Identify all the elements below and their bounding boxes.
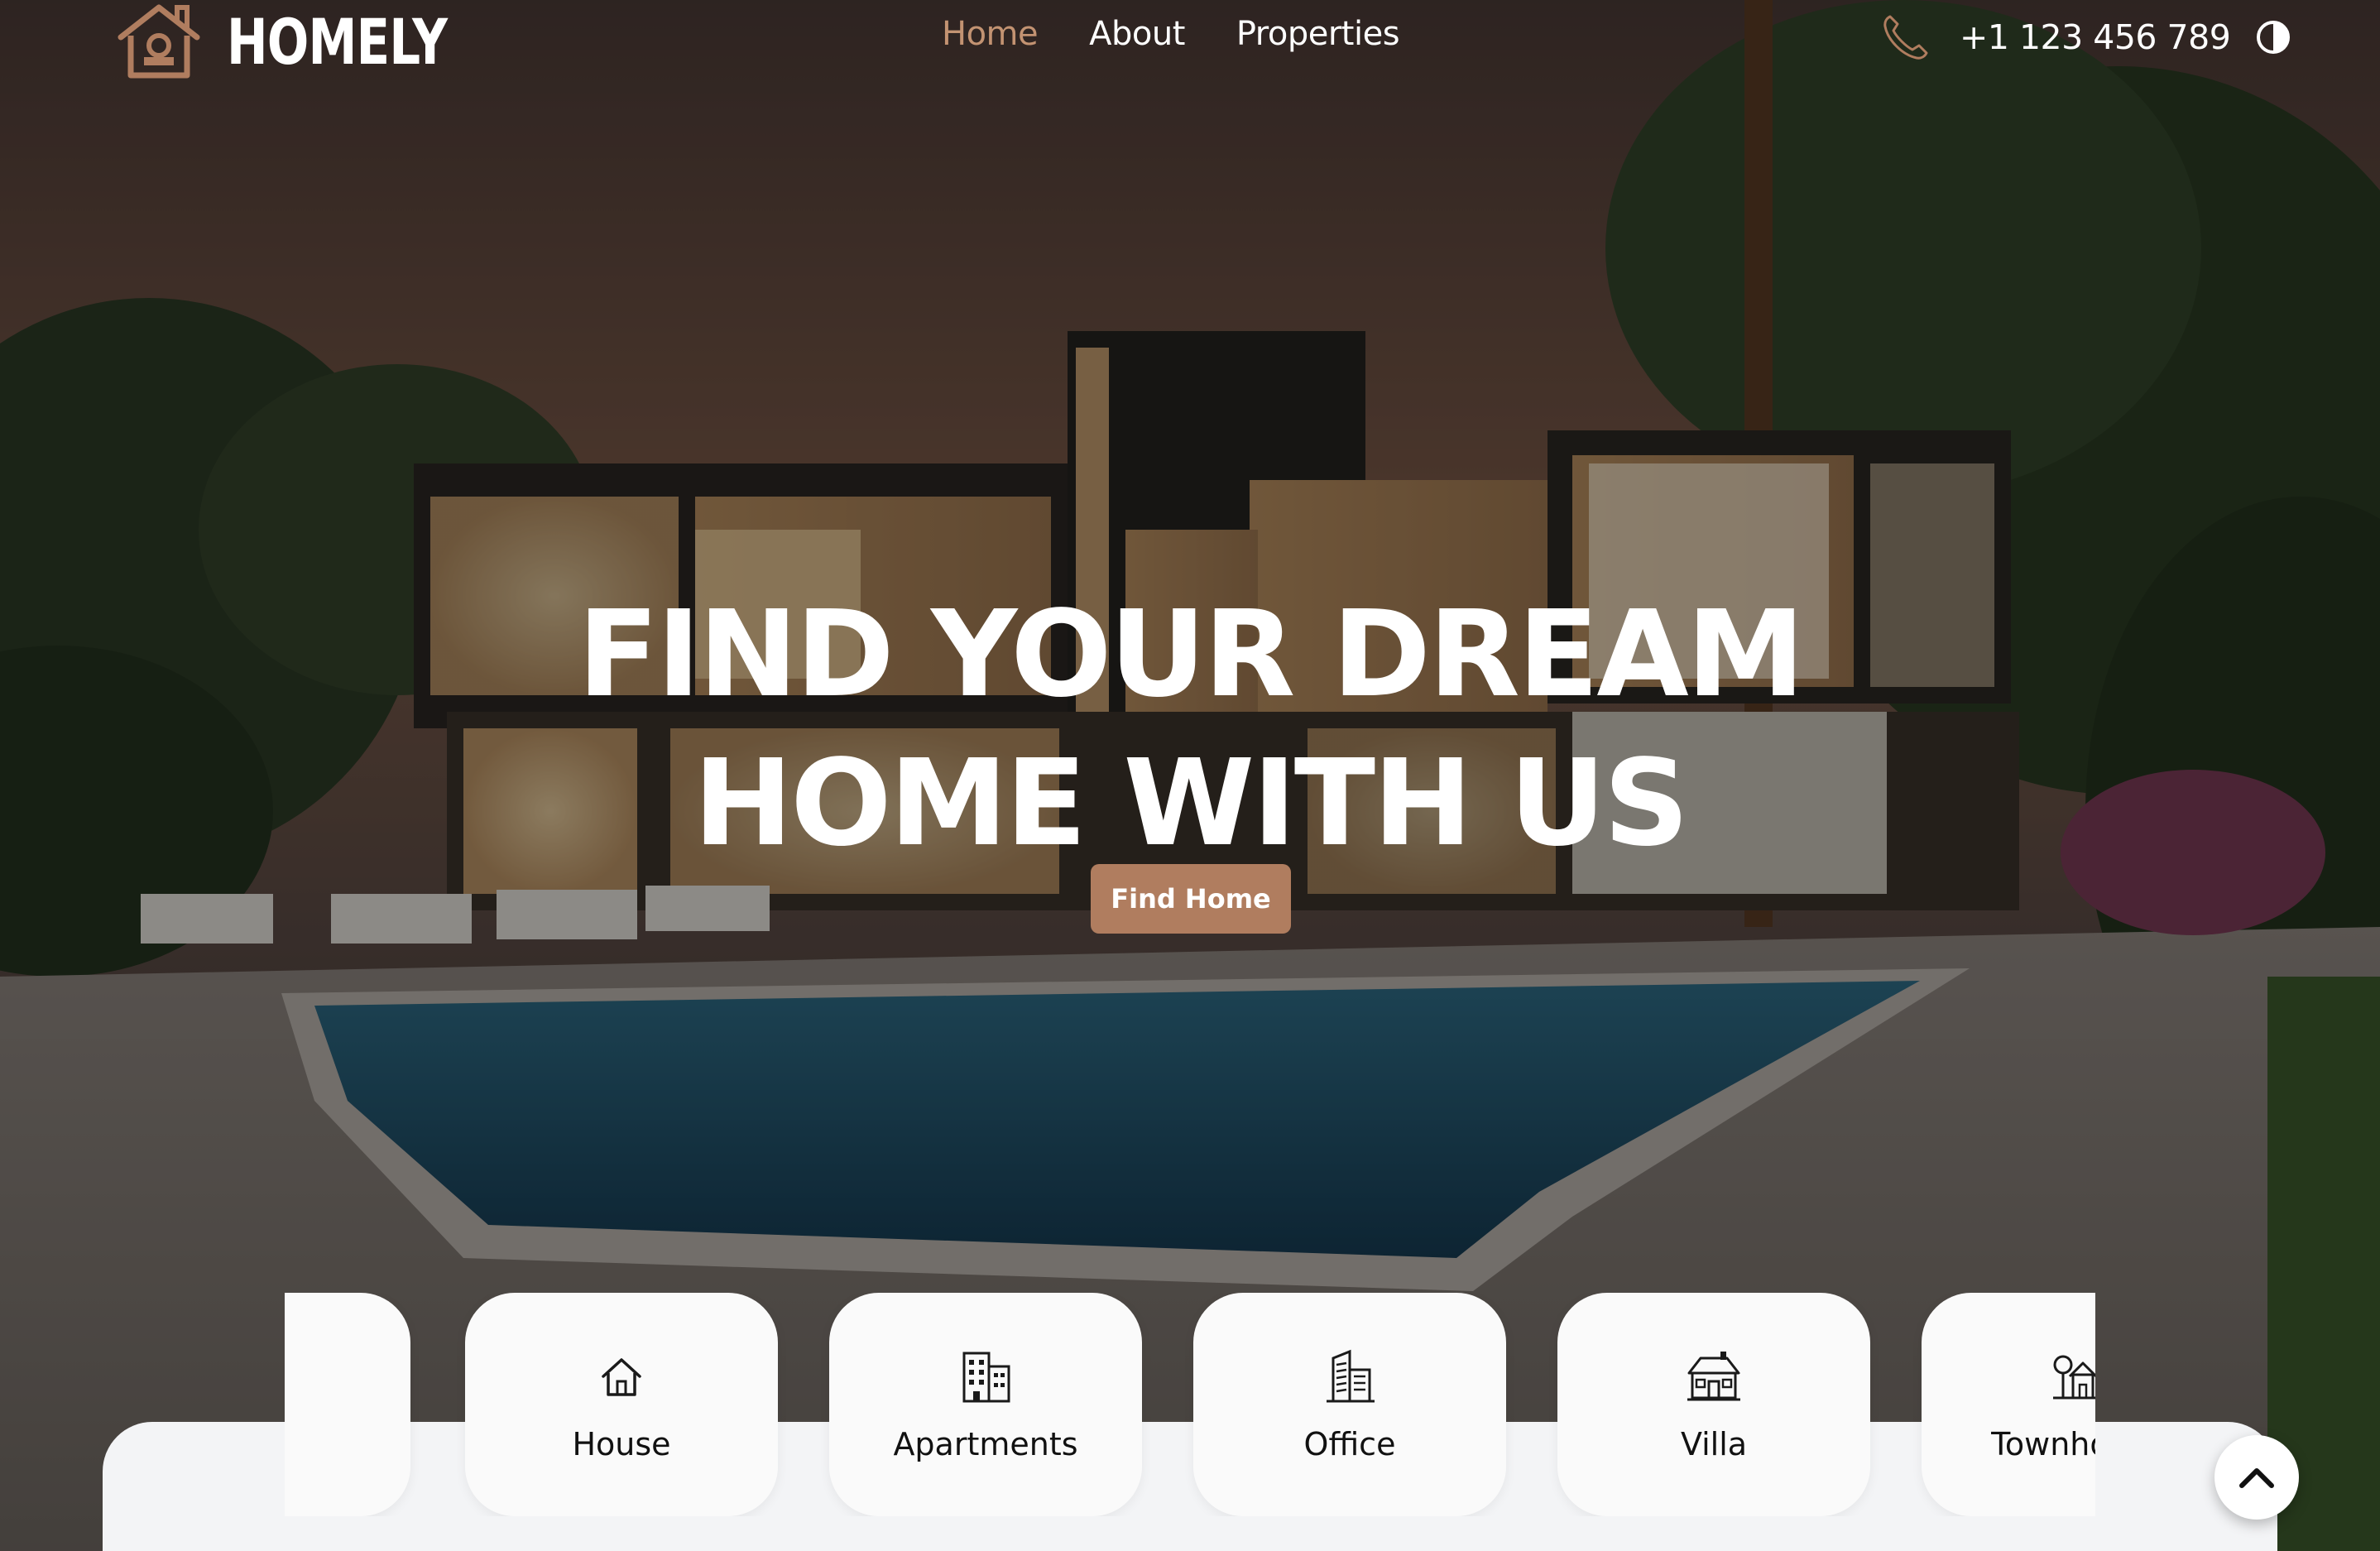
townhouse-icon: [2053, 1355, 2095, 1400]
chevron-up-icon: [2239, 1468, 2274, 1488]
main-navigation: Home About Properties: [942, 15, 1400, 53]
house-icon: [602, 1358, 641, 1396]
headline-line-2: HOME WITH US: [693, 733, 1690, 872]
hero-headline: FIND YOUR DREAM HOME WITH US: [0, 579, 2380, 877]
category-card-apartments[interactable]: Apartments: [829, 1293, 1142, 1516]
headline-line-1: FIND YOUR DREAM: [577, 584, 1805, 723]
category-label: House: [572, 1426, 671, 1462]
category-carousel[interactable]: House Apartments Office Villa Townh: [285, 1293, 2095, 1516]
category-label: Apartments: [893, 1426, 1078, 1462]
find-home-button[interactable]: Find Home: [1091, 864, 1291, 934]
brand-name: HOMELY: [227, 4, 448, 79]
category-card-office[interactable]: Office: [1193, 1293, 1506, 1516]
category-card-townhouse[interactable]: Townhouse: [1922, 1293, 2095, 1516]
villa-icon: [1687, 1352, 1740, 1401]
category-card-partial[interactable]: [285, 1293, 410, 1516]
category-label: Office: [1303, 1426, 1396, 1462]
contrast-icon[interactable]: [2255, 19, 2291, 55]
category-card-villa[interactable]: Villa: [1557, 1293, 1870, 1516]
nav-properties[interactable]: Properties: [1236, 15, 1400, 53]
nav-home[interactable]: Home: [942, 15, 1039, 53]
phone-icon: [1883, 15, 1928, 60]
nav-about[interactable]: About: [1089, 15, 1185, 53]
category-label: Villa: [1680, 1426, 1748, 1462]
brand-logo[interactable]: HOMELY: [116, 0, 509, 83]
category-label: Townhouse: [1991, 1426, 2095, 1462]
scroll-to-top-button[interactable]: [2214, 1435, 2299, 1520]
category-card-house[interactable]: House: [465, 1293, 778, 1516]
header-contact: +1 123 456 789: [1880, 12, 2291, 63]
phone-number[interactable]: +1 123 456 789: [1960, 17, 2231, 57]
house-logo-icon: [118, 4, 200, 79]
office-building-icon: [1327, 1349, 1375, 1403]
apartment-building-icon: [962, 1352, 1010, 1403]
